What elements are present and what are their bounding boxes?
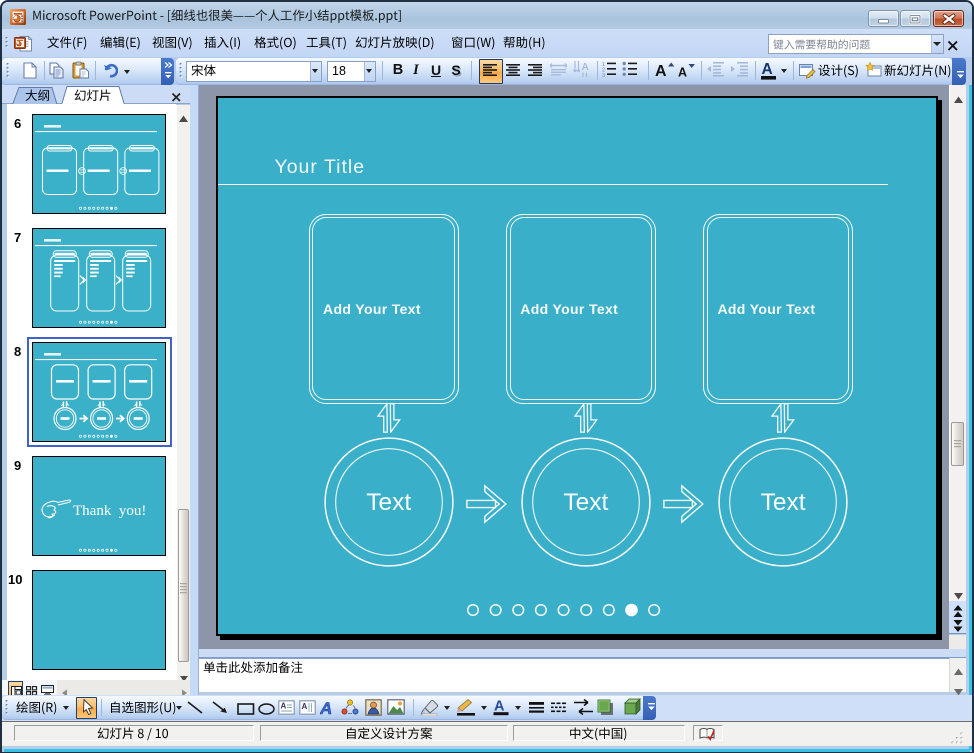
svg-text:A: A [678, 66, 687, 80]
svg-text:A: A [582, 62, 589, 73]
svg-text:Thank you!: Thank you! [73, 503, 146, 519]
svg-text:A: A [494, 699, 505, 715]
svg-text:3: 3 [602, 73, 605, 77]
svg-text:A: A [281, 702, 287, 711]
svg-text:A: A [320, 699, 332, 716]
svg-text:A: A [762, 61, 773, 78]
svg-text:A: A [302, 702, 308, 711]
svg-text:A: A [655, 63, 667, 79]
